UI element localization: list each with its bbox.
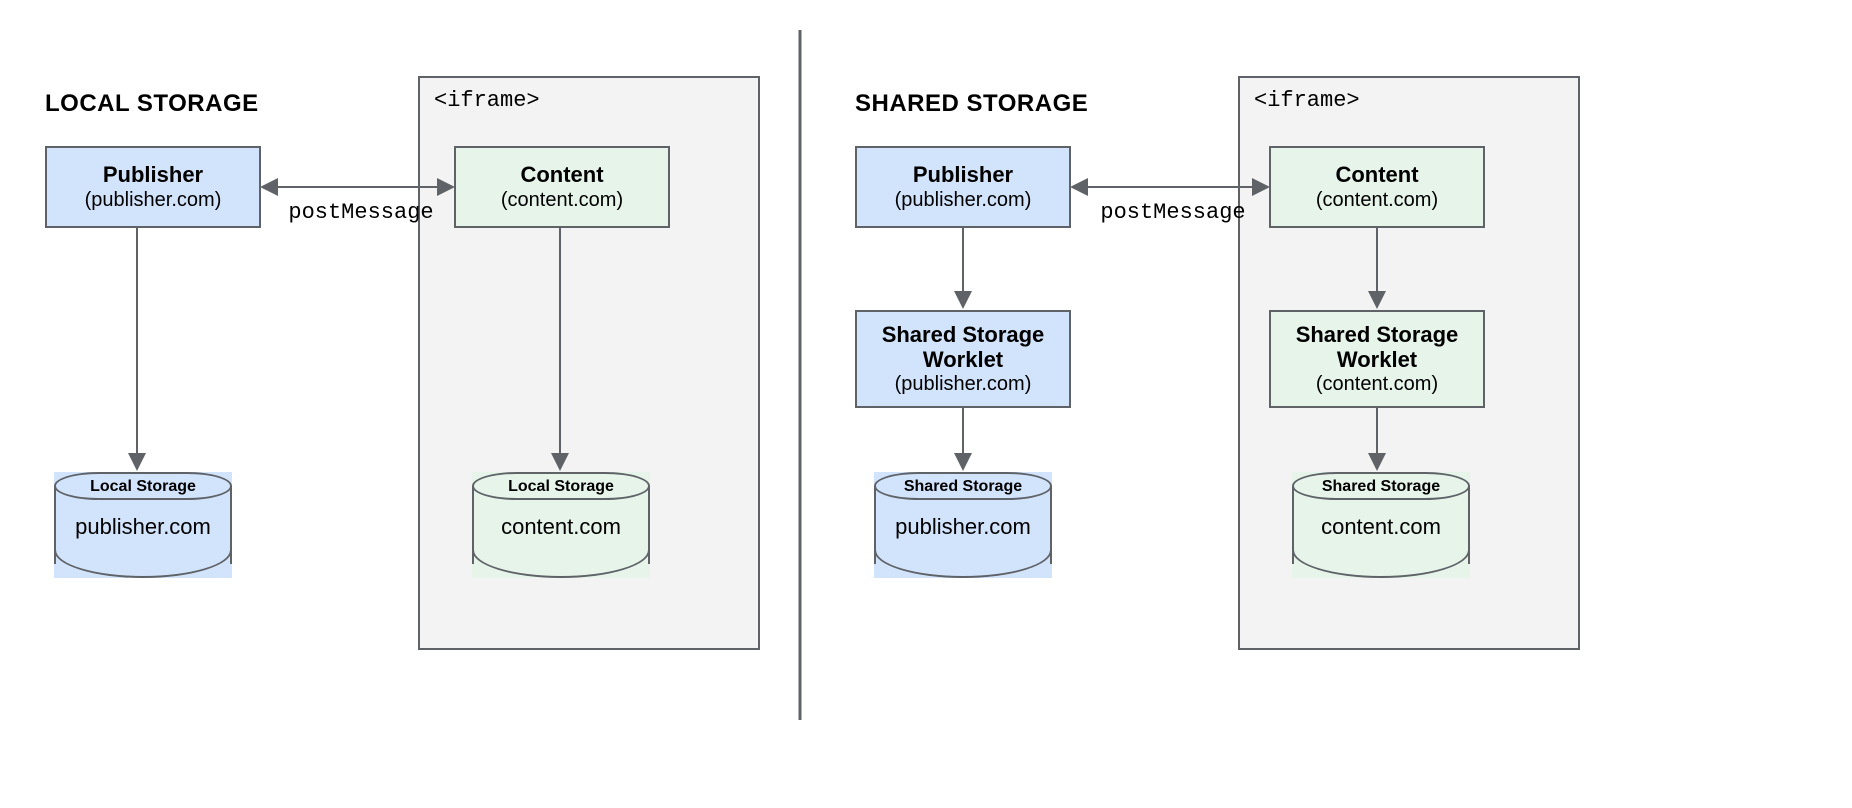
content-title-left: Content [520, 162, 603, 187]
publisher-title-right: Publisher [913, 162, 1013, 187]
worklet-publisher-box: Shared Storage Worklet (publisher.com) [855, 310, 1071, 408]
content-sub-left: (content.com) [501, 188, 623, 212]
iframe-label-right: <iframe> [1254, 88, 1360, 113]
diagram-root: LOCAL STORAGE <iframe> Publisher (publis… [0, 0, 1852, 808]
cyl-con-left-top: Local Storage [472, 478, 650, 496]
title-shared-storage: SHARED STORAGE [855, 90, 1088, 118]
cyl-con-right-top: Shared Storage [1292, 478, 1470, 496]
iframe-label-left: <iframe> [434, 88, 540, 113]
postmessage-label-right: postMessage [1088, 200, 1258, 225]
worklet-pub-sub: (publisher.com) [895, 372, 1032, 396]
cyl-pub-left-top: Local Storage [54, 478, 232, 496]
postmessage-label-left: postMessage [276, 200, 446, 225]
worklet-content-box: Shared Storage Worklet (content.com) [1269, 310, 1485, 408]
publisher-sub-left: (publisher.com) [85, 188, 222, 212]
cylinder-publisher-left: Local Storage publisher.com [54, 472, 232, 578]
publisher-box-left: Publisher (publisher.com) [45, 146, 261, 228]
cylinder-content-left: Local Storage content.com [472, 472, 650, 578]
worklet-con-t1a: Shared Storage [1296, 322, 1459, 347]
cyl-con-right-mid: content.com [1292, 514, 1470, 540]
content-box-left: Content (content.com) [454, 146, 670, 228]
cylinder-content-right: Shared Storage content.com [1292, 472, 1470, 578]
publisher-title-left: Publisher [103, 162, 203, 187]
title-local-storage: LOCAL STORAGE [45, 90, 259, 118]
cyl-pub-right-top: Shared Storage [874, 478, 1052, 496]
content-box-right: Content (content.com) [1269, 146, 1485, 228]
content-title-right: Content [1335, 162, 1418, 187]
worklet-con-t1b: Worklet [1337, 347, 1417, 372]
publisher-box-right: Publisher (publisher.com) [855, 146, 1071, 228]
publisher-sub-right: (publisher.com) [895, 188, 1032, 212]
worklet-pub-t1a: Shared Storage [882, 322, 1045, 347]
cyl-con-left-mid: content.com [472, 514, 650, 540]
worklet-con-sub: (content.com) [1316, 372, 1438, 396]
cylinder-publisher-right: Shared Storage publisher.com [874, 472, 1052, 578]
worklet-pub-t1b: Worklet [923, 347, 1003, 372]
content-sub-right: (content.com) [1316, 188, 1438, 212]
cyl-pub-right-mid: publisher.com [874, 514, 1052, 540]
cyl-pub-left-mid: publisher.com [54, 514, 232, 540]
